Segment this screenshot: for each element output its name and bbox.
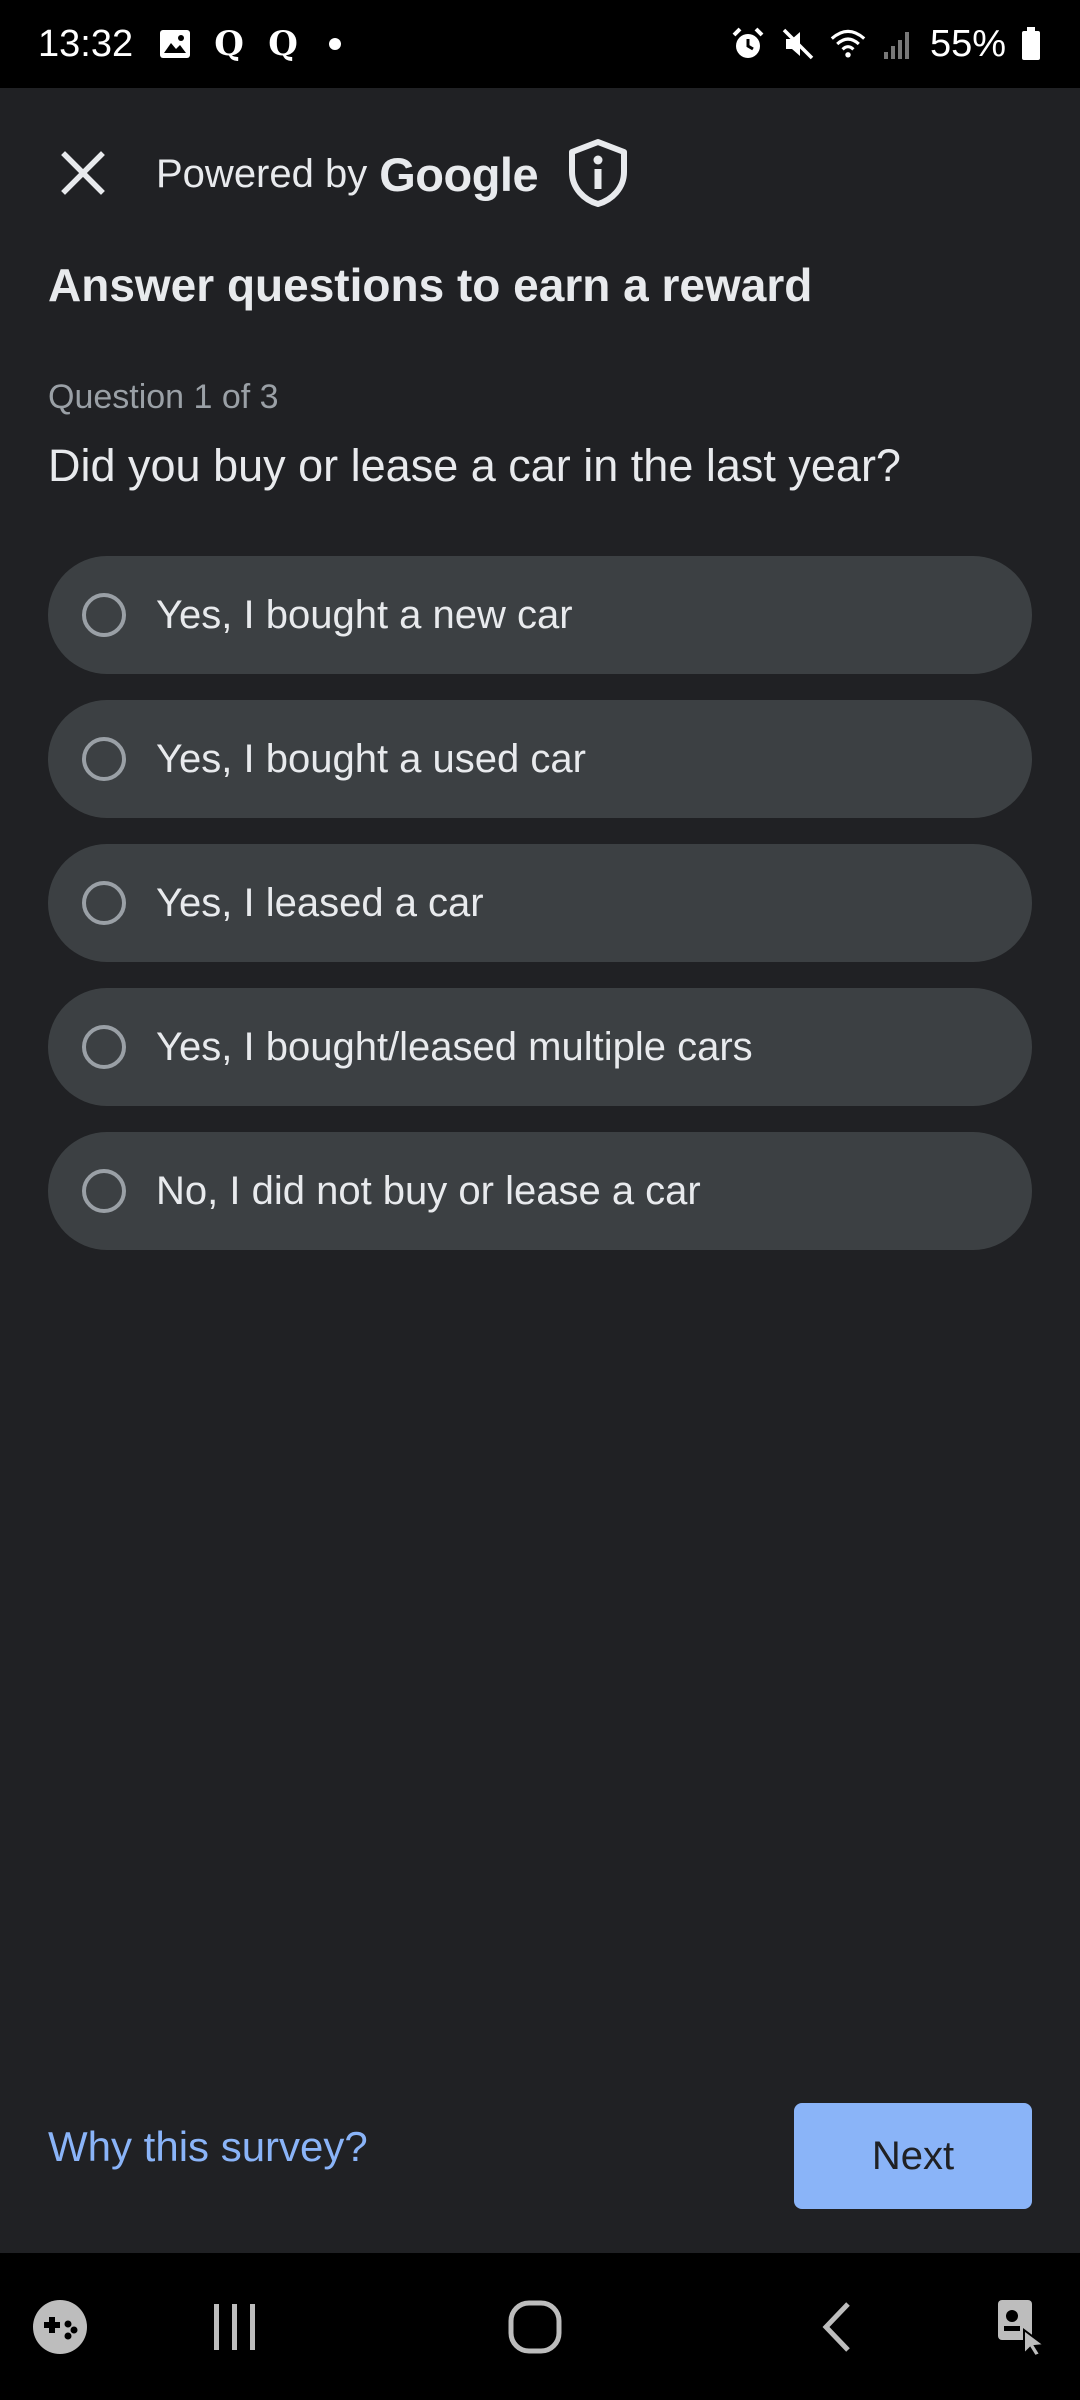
- game-launcher-button[interactable]: [22, 2253, 98, 2400]
- survey-header: Powered by Google: [0, 88, 1080, 254]
- back-icon: [822, 2301, 850, 2352]
- signal-icon: [880, 26, 916, 62]
- next-button[interactable]: Next: [794, 2103, 1032, 2209]
- q-app-icon: Q: [268, 24, 298, 64]
- mute-icon: [780, 26, 816, 62]
- assistant-icon: [998, 2299, 1047, 2357]
- google-logo-text: Google: [379, 147, 539, 201]
- status-notification-icons: Q Q: [157, 24, 342, 64]
- radio-button-icon[interactable]: [82, 593, 126, 637]
- radio-button-icon[interactable]: [82, 881, 126, 925]
- answer-option-label: Yes, I bought a new car: [156, 592, 573, 637]
- answer-option-label: No, I did not buy or lease a car: [156, 1168, 701, 1213]
- close-icon: [61, 151, 105, 195]
- answer-option[interactable]: Yes, I bought a new car: [48, 556, 1032, 674]
- status-system-icons: 55%: [730, 23, 1042, 66]
- recent-apps-button[interactable]: [190, 2253, 280, 2400]
- answer-options: Yes, I bought a new car Yes, I bought a …: [48, 556, 1032, 1276]
- answer-option-label: Yes, I bought/leased multiple cars: [156, 1024, 753, 1069]
- answer-option-label: Yes, I leased a car: [156, 880, 484, 925]
- q-app-icon: Q: [214, 24, 244, 64]
- answer-option[interactable]: Yes, I bought/leased multiple cars: [48, 988, 1032, 1106]
- status-bar: 13:32 Q Q 55%: [0, 0, 1080, 88]
- answer-option[interactable]: Yes, I bought a used car: [48, 700, 1032, 818]
- why-this-survey-link[interactable]: Why this survey?: [48, 2123, 368, 2171]
- battery-percent: 55%: [929, 22, 1006, 65]
- answer-option[interactable]: Yes, I leased a car: [48, 844, 1032, 962]
- battery-icon: [1020, 26, 1042, 62]
- home-button[interactable]: [490, 2253, 580, 2400]
- game-launcher-icon: [33, 2299, 87, 2354]
- radio-button-icon[interactable]: [82, 1169, 126, 1213]
- recent-apps-icon: [214, 2303, 255, 2350]
- wifi-icon: [830, 26, 866, 62]
- notification-dot-icon: [329, 38, 342, 50]
- assistant-button[interactable]: [984, 2253, 1060, 2400]
- alarm-icon: [730, 26, 766, 62]
- answer-option-label: Yes, I bought a used car: [156, 736, 586, 781]
- privacy-info-button[interactable]: [566, 138, 630, 208]
- close-button[interactable]: [48, 138, 118, 208]
- shield-info-icon: [569, 139, 627, 207]
- powered-by-google: Powered by Google: [156, 146, 539, 202]
- question-counter: Question 1 of 3: [48, 378, 279, 416]
- question-text: Did you buy or lease a car in the last y…: [48, 440, 901, 491]
- radio-button-icon[interactable]: [82, 1025, 126, 1069]
- gallery-icon: [157, 26, 193, 62]
- powered-by-label: Powered by: [156, 151, 368, 196]
- back-button[interactable]: [796, 2253, 876, 2400]
- answer-option[interactable]: No, I did not buy or lease a car: [48, 1132, 1032, 1250]
- radio-button-icon[interactable]: [82, 737, 126, 781]
- system-nav-bar: [0, 2253, 1080, 2400]
- status-time: 13:32: [38, 22, 134, 65]
- page-title: Answer questions to earn a reward: [48, 259, 813, 311]
- home-icon: [508, 2300, 562, 2353]
- survey-screen: Powered by Google Answer questions to ea…: [0, 88, 1080, 2253]
